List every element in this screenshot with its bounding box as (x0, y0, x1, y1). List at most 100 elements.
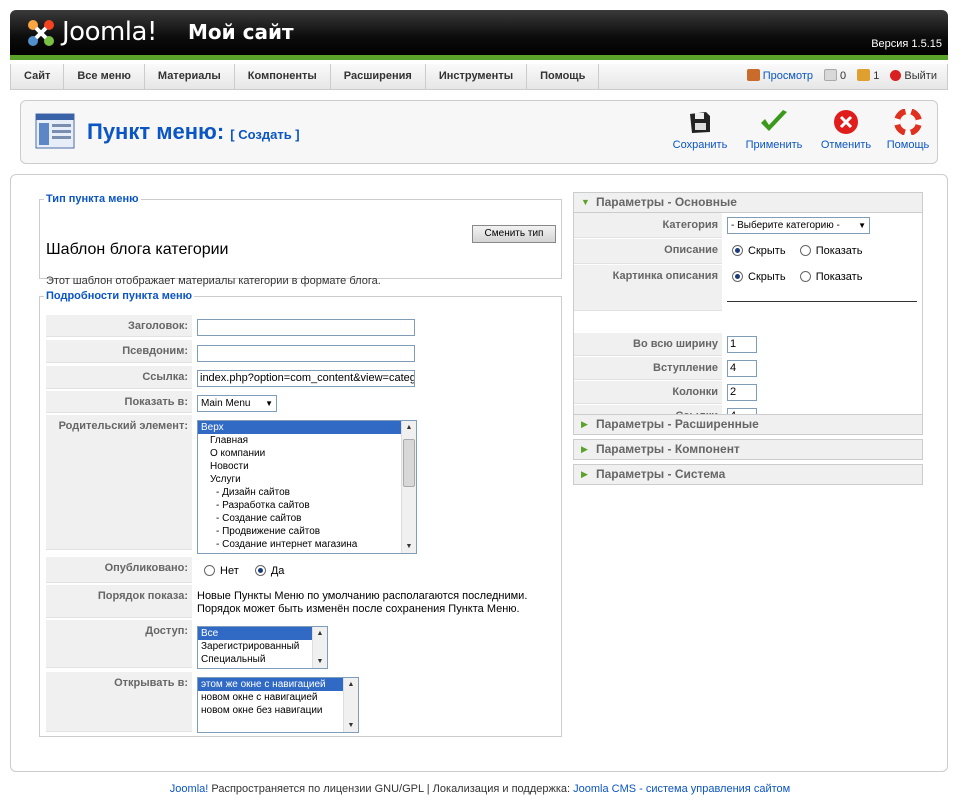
access-listbox[interactable]: Все Зарегистрированный Специальный ▲ ▼ (197, 626, 328, 669)
open-in-option[interactable]: этом же окне с навигацией (198, 678, 358, 691)
open-in-scrollbar[interactable]: ▲ ▼ (343, 678, 358, 732)
menu-tools[interactable]: Инструменты (426, 64, 528, 89)
parent-listbox[interactable]: Верх Главная О компании Новости Услуги -… (197, 420, 417, 554)
joomla-wordmark: Joomla! (62, 17, 157, 47)
dropdown-arrow-icon: ▼ (265, 399, 273, 408)
access-scrollbar[interactable]: ▲ ▼ (312, 627, 327, 668)
description-image-show-radio[interactable] (799, 271, 811, 282)
joomla-footer-link[interactable]: Joomla! (170, 783, 209, 795)
description-image-label: Картинка описания (574, 265, 722, 311)
change-type-button[interactable]: Сменить тип (472, 225, 556, 243)
parent-option[interactable]: Услуги (198, 473, 416, 486)
scroll-down-icon[interactable]: ▼ (344, 719, 358, 732)
scroll-up-icon[interactable]: ▲ (344, 678, 358, 691)
order-note: Новые Пункты Меню по умолчанию располага… (197, 590, 528, 615)
published-no-radio[interactable] (204, 565, 215, 576)
scroll-up-icon[interactable]: ▲ (402, 421, 416, 434)
scroll-up-icon[interactable]: ▲ (313, 627, 327, 640)
scroll-down-icon[interactable]: ▼ (402, 540, 416, 553)
menu-components[interactable]: Компоненты (235, 64, 331, 89)
show-in-select[interactable]: Main Menu ▼ (197, 395, 277, 412)
menu-help[interactable]: Помощь (527, 64, 600, 89)
params-component-header[interactable]: ▶ Параметры - Компонент (573, 439, 923, 460)
description-hide-radio[interactable] (732, 245, 743, 256)
parent-option[interactable]: - Дизайн сайтов (198, 486, 416, 499)
access-option[interactable]: Все (198, 627, 327, 640)
open-in-option[interactable]: новом окне с навигацией (198, 691, 358, 704)
mail-icon (824, 69, 838, 81)
parent-option[interactable]: - Разработка сайтов (198, 499, 416, 512)
params-basic-header[interactable]: ▼ Параметры - Основные (573, 192, 923, 213)
preview-link[interactable]: Просмотр (746, 64, 813, 89)
access-option[interactable]: Зарегистрированный (198, 640, 327, 653)
parent-option[interactable]: - Создание интернет магазина (198, 538, 416, 551)
published-label: Опубликовано: (46, 557, 192, 583)
menu-site[interactable]: Сайт (11, 64, 65, 89)
access-option[interactable]: Специальный (198, 653, 327, 666)
users-icon (857, 69, 871, 81)
description-image-hide-radio[interactable] (732, 271, 743, 282)
parent-option[interactable]: - Продвижение сайтов (198, 525, 416, 538)
toolbar-box: Пункт меню: [ Создать ] Сохранить Примен… (20, 100, 938, 164)
full-width-input[interactable]: 1 (727, 336, 757, 353)
params-advanced-header[interactable]: ▶ Параметры - Расширенные (573, 414, 923, 435)
page-title: Пункт меню: [ Создать ] (87, 119, 300, 144)
menu-content[interactable]: Материалы (145, 64, 235, 89)
apply-button[interactable]: Применить (741, 109, 807, 151)
parent-scrollbar[interactable]: ▲ ▼ (401, 421, 416, 553)
menu-all-menus[interactable]: Все меню (64, 64, 145, 89)
link-label: Ссылка: (46, 366, 192, 389)
menu-item-details-legend: Подробности пункта меню (46, 290, 193, 302)
category-select[interactable]: - Выберите категорию - ▼ (727, 217, 870, 234)
scroll-down-icon[interactable]: ▼ (313, 655, 327, 668)
collapsed-arrow-icon: ▶ (581, 419, 588, 429)
description-image-radio-group: Скрыть Показать (732, 271, 862, 283)
version-label: Версия 1.5.15 (871, 38, 942, 50)
footer: Joomla! Распространяется по лицензии GNU… (169, 783, 791, 795)
parent-option[interactable]: - Создание сайтов (198, 512, 416, 525)
spacer-divider (727, 301, 917, 302)
page-subtitle: [ Создать ] (230, 127, 300, 142)
cancel-button[interactable]: Отменить (813, 109, 879, 151)
parent-option[interactable]: Верх (198, 421, 416, 434)
title-label: Заголовок: (46, 315, 192, 337)
parent-label: Родительский элемент: (46, 415, 192, 550)
category-label: Категория (574, 213, 722, 238)
scroll-thumb[interactable] (403, 439, 415, 487)
menu-type-description: Этот шаблон отображает материалы категор… (46, 275, 381, 287)
joomla-cms-link[interactable]: Joomla CMS - система управления сайтом (573, 783, 790, 795)
description-label: Описание (574, 239, 722, 264)
columns-input[interactable]: 2 (727, 384, 757, 401)
show-in-label: Показать в: (46, 391, 192, 413)
messages-counter[interactable]: 0 (824, 64, 846, 89)
lifebuoy-icon (894, 109, 922, 135)
parent-option[interactable]: Новости (198, 460, 416, 473)
open-in-option[interactable]: новом окне без навигации (198, 704, 358, 717)
alias-input[interactable] (197, 345, 415, 362)
menu-manager-icon (35, 113, 75, 149)
menu-extensions[interactable]: Расширения (331, 64, 426, 89)
save-button[interactable]: Сохранить (667, 109, 733, 151)
intro-input[interactable]: 4 (727, 360, 757, 377)
link-input[interactable]: index.php?option=com_content&view=catego… (197, 370, 415, 387)
users-counter[interactable]: 1 (857, 64, 879, 89)
dropdown-arrow-icon: ▼ (858, 221, 866, 230)
description-show-radio[interactable] (799, 245, 811, 256)
preview-icon (746, 69, 760, 81)
parent-option[interactable]: О компании (198, 447, 416, 460)
open-in-listbox[interactable]: этом же окне с навигацией новом окне с н… (197, 677, 359, 733)
params-system-header[interactable]: ▶ Параметры - Система (573, 464, 923, 485)
collapsed-arrow-icon: ▶ (581, 444, 588, 454)
menu-item-type-legend: Тип пункта меню (46, 193, 139, 205)
logout-link[interactable]: Выйти (890, 64, 937, 89)
title-input[interactable] (197, 319, 415, 336)
columns-label: Колонки (574, 381, 722, 404)
site-name: Мой сайт (188, 20, 294, 44)
published-yes-radio[interactable] (254, 565, 266, 576)
logout-icon (890, 70, 902, 81)
parent-option[interactable]: Главная (198, 434, 416, 447)
order-label: Порядок показа: (46, 585, 192, 618)
collapsed-arrow-icon: ▶ (581, 469, 588, 479)
help-button[interactable]: Помощь (875, 109, 941, 151)
access-label: Доступ: (46, 620, 192, 668)
